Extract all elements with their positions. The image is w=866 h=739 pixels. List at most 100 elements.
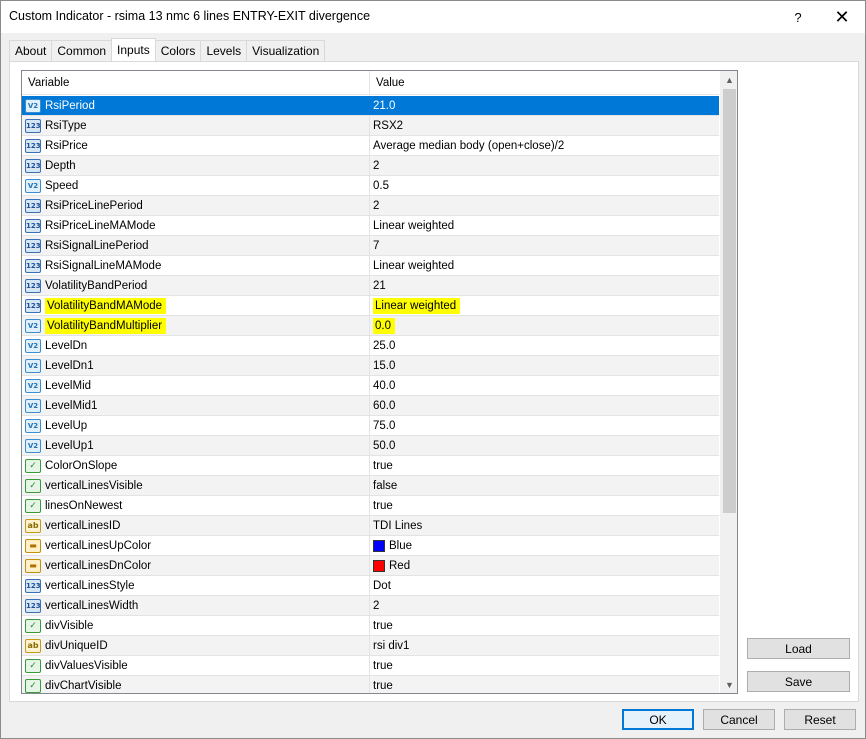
variable-cell[interactable]: ✓ ColorOnSlope — [22, 456, 370, 475]
value-cell[interactable]: 2 — [371, 196, 719, 215]
variable-cell[interactable]: V2 LevelDn — [22, 336, 370, 355]
scroll-down-icon[interactable]: ▼ — [721, 676, 737, 693]
variable-cell[interactable]: ▬ verticalLinesDnColor — [22, 556, 370, 575]
variable-cell[interactable]: V2 RsiPeriod — [22, 96, 370, 115]
scroll-thumb[interactable] — [723, 89, 736, 513]
value-cell[interactable]: true — [371, 616, 719, 635]
value-cell[interactable]: TDI Lines — [371, 516, 719, 535]
table-row[interactable]: 123 RsiSignalLinePeriod 7 — [22, 236, 719, 256]
table-row[interactable]: ▬ verticalLinesDnColor Red — [22, 556, 719, 576]
table-row[interactable]: V2 LevelUp1 50.0 — [22, 436, 719, 456]
tab-inputs[interactable]: Inputs — [111, 38, 156, 61]
variable-cell[interactable]: 123 RsiSignalLineMAMode — [22, 256, 370, 275]
variable-cell[interactable]: 123 verticalLinesWidth — [22, 596, 370, 615]
value-cell[interactable]: true — [371, 496, 719, 515]
value-cell[interactable]: Average median body (open+close)/2 — [371, 136, 719, 155]
value-cell[interactable]: true — [371, 656, 719, 675]
table-row[interactable]: ✓ divVisible true — [22, 616, 719, 636]
variable-cell[interactable]: ✓ verticalLinesVisible — [22, 476, 370, 495]
table-row[interactable]: 123 RsiType RSX2 — [22, 116, 719, 136]
variable-cell[interactable]: 123 RsiPriceLineMAMode — [22, 216, 370, 235]
variable-cell[interactable]: ab divUniqueID — [22, 636, 370, 655]
tab-levels[interactable]: Levels — [200, 40, 248, 61]
table-row[interactable]: V2 VolatilityBandMultiplier 0.0 — [22, 316, 719, 336]
value-cell[interactable]: Red — [371, 556, 719, 575]
tab-about[interactable]: About — [9, 40, 53, 61]
value-cell[interactable]: Blue — [371, 536, 719, 555]
value-column-header[interactable]: Value — [370, 71, 719, 95]
table-row[interactable]: 123 VolatilityBandMAMode Linear weighted — [22, 296, 719, 316]
value-cell[interactable]: 7 — [371, 236, 719, 255]
table-row[interactable]: V2 Speed 0.5 — [22, 176, 719, 196]
variable-cell[interactable]: 123 VolatilityBandMAMode — [22, 296, 370, 315]
variable-cell[interactable]: V2 LevelUp — [22, 416, 370, 435]
variable-cell[interactable]: 123 verticalLinesStyle — [22, 576, 370, 595]
value-cell[interactable]: 2 — [371, 596, 719, 615]
value-cell[interactable]: true — [371, 456, 719, 475]
variable-cell[interactable]: 123 RsiType — [22, 116, 370, 135]
table-row[interactable]: 123 VolatilityBandPeriod 21 — [22, 276, 719, 296]
table-row[interactable]: ✓ linesOnNewest true — [22, 496, 719, 516]
table-row[interactable]: ✓ ColorOnSlope true — [22, 456, 719, 476]
value-cell[interactable]: 0.0 — [371, 316, 719, 335]
variable-cell[interactable]: ✓ divChartVisible — [22, 676, 370, 693]
value-cell[interactable]: RSX2 — [371, 116, 719, 135]
table-row[interactable]: 123 RsiSignalLineMAMode Linear weighted — [22, 256, 719, 276]
table-row[interactable]: V2 LevelMid 40.0 — [22, 376, 719, 396]
value-cell[interactable]: 0.5 — [371, 176, 719, 195]
value-cell[interactable]: 2 — [371, 156, 719, 175]
variable-cell[interactable]: ✓ divValuesVisible — [22, 656, 370, 675]
table-row[interactable]: V2 LevelDn1 15.0 — [22, 356, 719, 376]
variable-cell[interactable]: V2 VolatilityBandMultiplier — [22, 316, 370, 335]
help-button[interactable]: ? — [775, 1, 821, 33]
table-row[interactable]: 123 verticalLinesStyle Dot — [22, 576, 719, 596]
table-row[interactable]: ab divUniqueID rsi div1 — [22, 636, 719, 656]
value-cell[interactable]: 75.0 — [371, 416, 719, 435]
table-row[interactable]: ab verticalLinesID TDI Lines — [22, 516, 719, 536]
tab-visualization[interactable]: Visualization — [246, 40, 326, 61]
variable-cell[interactable]: V2 LevelMid — [22, 376, 370, 395]
value-cell[interactable]: 15.0 — [371, 356, 719, 375]
value-cell[interactable]: false — [371, 476, 719, 495]
variable-cell[interactable]: V2 LevelMid1 — [22, 396, 370, 415]
value-cell[interactable]: Linear weighted — [371, 296, 719, 315]
value-cell[interactable]: Linear weighted — [371, 216, 719, 235]
variable-cell[interactable]: 123 RsiPrice — [22, 136, 370, 155]
variable-cell[interactable]: V2 Speed — [22, 176, 370, 195]
table-row[interactable]: ✓ divChartVisible true — [22, 676, 719, 693]
variable-cell[interactable]: V2 LevelDn1 — [22, 356, 370, 375]
variable-cell[interactable]: 123 RsiPriceLinePeriod — [22, 196, 370, 215]
cancel-button[interactable]: Cancel — [703, 709, 775, 730]
variable-cell[interactable]: 123 RsiSignalLinePeriod — [22, 236, 370, 255]
table-row[interactable]: 123 RsiPriceLinePeriod 2 — [22, 196, 719, 216]
table-row[interactable]: 123 verticalLinesWidth 2 — [22, 596, 719, 616]
table-row[interactable]: V2 RsiPeriod 21.0 — [22, 96, 719, 116]
variable-cell[interactable]: ▬ verticalLinesUpColor — [22, 536, 370, 555]
scroll-up-icon[interactable]: ▲ — [721, 71, 737, 88]
value-cell[interactable]: 21.0 — [371, 96, 719, 115]
save-button[interactable]: Save — [747, 671, 850, 692]
table-row[interactable]: 123 RsiPriceLineMAMode Linear weighted — [22, 216, 719, 236]
table-row[interactable]: ✓ divValuesVisible true — [22, 656, 719, 676]
variable-cell[interactable]: ab verticalLinesID — [22, 516, 370, 535]
value-cell[interactable]: rsi div1 — [371, 636, 719, 655]
table-row[interactable]: V2 LevelDn 25.0 — [22, 336, 719, 356]
variable-cell[interactable]: 123 Depth — [22, 156, 370, 175]
table-row[interactable]: ▬ verticalLinesUpColor Blue — [22, 536, 719, 556]
close-button[interactable]: ✕ — [819, 1, 865, 33]
value-cell[interactable]: 60.0 — [371, 396, 719, 415]
table-row[interactable]: 123 RsiPrice Average median body (open+clo… — [22, 136, 719, 156]
value-cell[interactable]: 21 — [371, 276, 719, 295]
variable-cell[interactable]: ✓ divVisible — [22, 616, 370, 635]
tab-common[interactable]: Common — [51, 40, 113, 61]
value-cell[interactable]: Linear weighted — [371, 256, 719, 275]
value-cell[interactable]: Dot — [371, 576, 719, 595]
variable-cell[interactable]: V2 LevelUp1 — [22, 436, 370, 455]
value-cell[interactable]: 40.0 — [371, 376, 719, 395]
variable-column-header[interactable]: Variable — [22, 71, 370, 95]
load-button[interactable]: Load — [747, 638, 850, 659]
ok-button[interactable]: OK — [622, 709, 694, 730]
vertical-scrollbar[interactable]: ▲ ▼ — [720, 71, 737, 693]
value-cell[interactable]: 25.0 — [371, 336, 719, 355]
table-row[interactable]: ✓ verticalLinesVisible false — [22, 476, 719, 496]
